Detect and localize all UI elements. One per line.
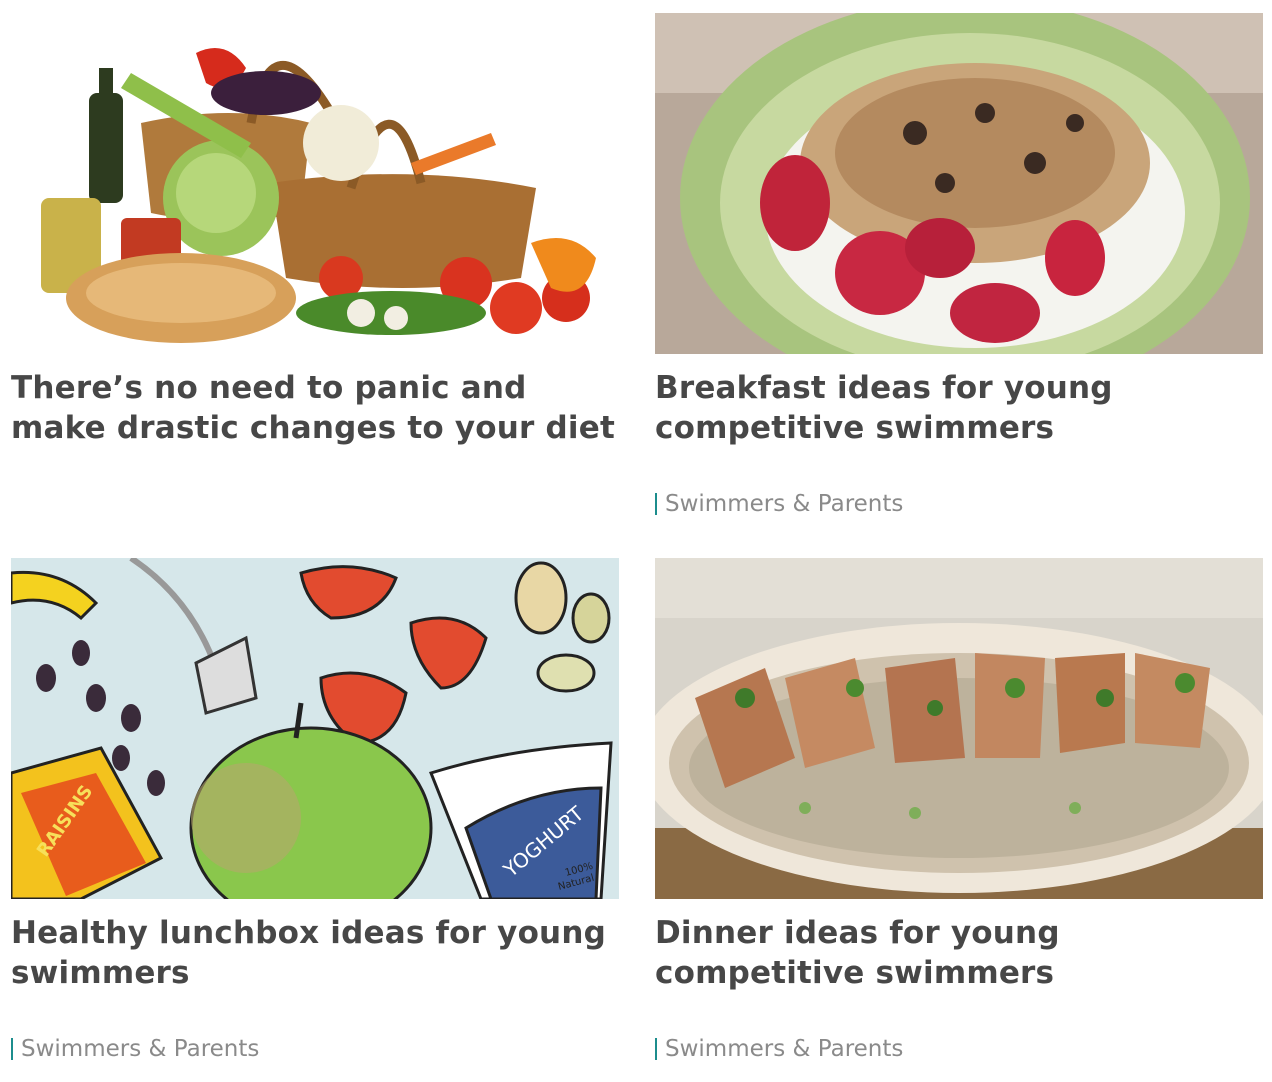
article-card[interactable]: Breakfast ideas for young competitive sw… [655, 13, 1263, 517]
article-title[interactable]: Dinner ideas for young competitive swimm… [655, 913, 1263, 993]
article-category-tag[interactable]: Swimmers & Parents [11, 1036, 259, 1062]
article-category-tag[interactable]: Swimmers & Parents [655, 1036, 903, 1062]
category-bar-icon [11, 1038, 13, 1060]
chicken-orzo-platter-image [655, 558, 1263, 899]
article-title[interactable]: Healthy lunchbox ideas for young swimmer… [11, 913, 619, 993]
article-image-link[interactable] [655, 558, 1263, 899]
article-card[interactable]: Dinner ideas for young competitive swimm… [655, 558, 1263, 1062]
article-grid: There’s no need to panic and make drasti… [0, 0, 1272, 1082]
muesli-bowl-image [655, 13, 1263, 354]
article-title[interactable]: There’s no need to panic and make drasti… [11, 368, 619, 448]
category-bar-icon [655, 493, 657, 515]
vegetable-basket-image [11, 13, 619, 354]
article-image-link[interactable] [11, 13, 619, 354]
article-image-link[interactable]: RAISINS YOGHURT 100% Natural [11, 558, 619, 899]
category-label: Swimmers & Parents [665, 491, 904, 517]
category-bar-icon [655, 1038, 657, 1060]
article-image-link[interactable] [655, 13, 1263, 354]
category-label: Swimmers & Parents [665, 1036, 904, 1062]
article-title[interactable]: Breakfast ideas for young competitive sw… [655, 368, 1263, 448]
article-card[interactable]: RAISINS YOGHURT 100% Natural Healthy lun… [11, 558, 619, 1062]
category-label: Swimmers & Parents [21, 1036, 260, 1062]
article-category-tag[interactable]: Swimmers & Parents [655, 491, 903, 517]
lunchbox-illustration-image: RAISINS YOGHURT 100% Natural [11, 558, 619, 899]
article-card[interactable]: There’s no need to panic and make drasti… [11, 13, 619, 448]
